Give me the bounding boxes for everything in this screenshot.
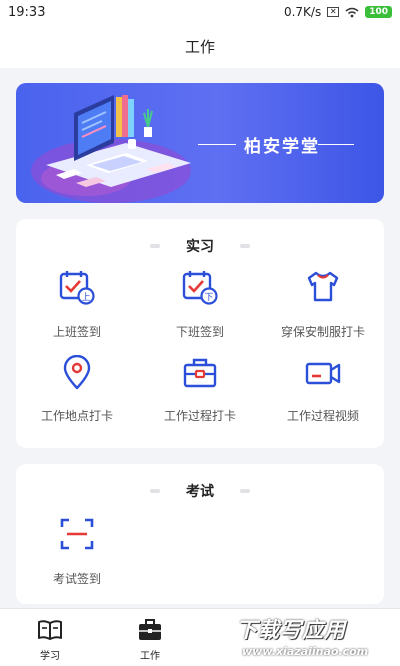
- clock-in-label: 上班签到: [52, 325, 101, 339]
- status-bar: 19:33 0.7K/s ✕ 100: [0, 0, 400, 26]
- book-icon: [38, 620, 62, 640]
- status-indicators: 0.7K/s ✕ 100: [284, 5, 392, 19]
- briefcase-icon: [183, 358, 217, 388]
- exam-check-in-button[interactable]: 考试签到: [16, 514, 138, 594]
- clock-out-button[interactable]: 下 下班签到: [139, 267, 261, 347]
- sim-icon: ✕: [327, 7, 340, 17]
- exam-check-in-label: 考试签到: [52, 572, 101, 586]
- tab-work[interactable]: 工作: [100, 609, 200, 666]
- banner[interactable]: 柏安学堂: [16, 83, 384, 203]
- tab-study[interactable]: 学习: [0, 609, 100, 666]
- page-title: 工作: [184, 38, 215, 56]
- svg-text:上: 上: [81, 292, 90, 303]
- title-dash-right: [240, 244, 250, 248]
- watermark-url: www.xiazaiinao.com: [242, 645, 369, 658]
- network-speed: 0.7K/s: [283, 5, 322, 19]
- scan-icon: [60, 518, 94, 550]
- exam-card: 考试 考试签到: [16, 464, 384, 604]
- status-time: 19:33: [8, 5, 46, 20]
- title-dash-right: [240, 489, 250, 493]
- internship-card: 实习 上 上班签到 下 下班签到 穿保安制服打卡 工作地点打卡 工作过程打卡 工…: [16, 219, 384, 448]
- uniform-shirt-icon: [307, 271, 339, 302]
- battery-icon: 100: [365, 6, 392, 18]
- work-process-video-label: 工作过程视频: [286, 409, 359, 423]
- svg-text:下: 下: [204, 293, 213, 303]
- tab-work-label: 工作: [140, 651, 160, 662]
- clock-out-label: 下班签到: [175, 325, 224, 339]
- work-process-video-button[interactable]: 工作过程视频: [262, 353, 384, 433]
- work-process-check-in-label: 工作过程打卡: [163, 409, 236, 423]
- clock-in-button[interactable]: 上 上班签到: [16, 267, 138, 347]
- uniform-check-in-label: 穿保安制服打卡: [280, 325, 365, 339]
- video-camera-icon: [305, 362, 341, 385]
- tab-study-label: 学习: [40, 651, 60, 662]
- wifi-icon: [345, 7, 359, 17]
- workplace-check-in-label: 工作地点打卡: [40, 409, 113, 423]
- banner-illustration: [31, 95, 191, 203]
- banner-line-left: [198, 144, 236, 145]
- internship-title: 实习: [186, 239, 214, 255]
- exam-title: 考试: [186, 484, 214, 500]
- uniform-check-in-button[interactable]: 穿保安制服打卡: [262, 267, 384, 347]
- watermark: 下载写应用 www.xiazaiinao.com: [232, 612, 398, 664]
- banner-title: 柏安学堂: [244, 137, 320, 157]
- clock-in-calendar-icon: 上: [59, 271, 95, 305]
- workplace-check-in-button[interactable]: 工作地点打卡: [16, 353, 138, 433]
- work-process-check-in-button[interactable]: 工作过程打卡: [139, 353, 261, 433]
- briefcase-icon: [139, 619, 161, 640]
- banner-line-right: [318, 144, 354, 145]
- location-pin-icon: [63, 355, 91, 390]
- watermark-text: 下载写应用: [236, 618, 346, 642]
- app-bar: 工作: [0, 26, 400, 68]
- clock-out-calendar-icon: 下: [182, 271, 218, 305]
